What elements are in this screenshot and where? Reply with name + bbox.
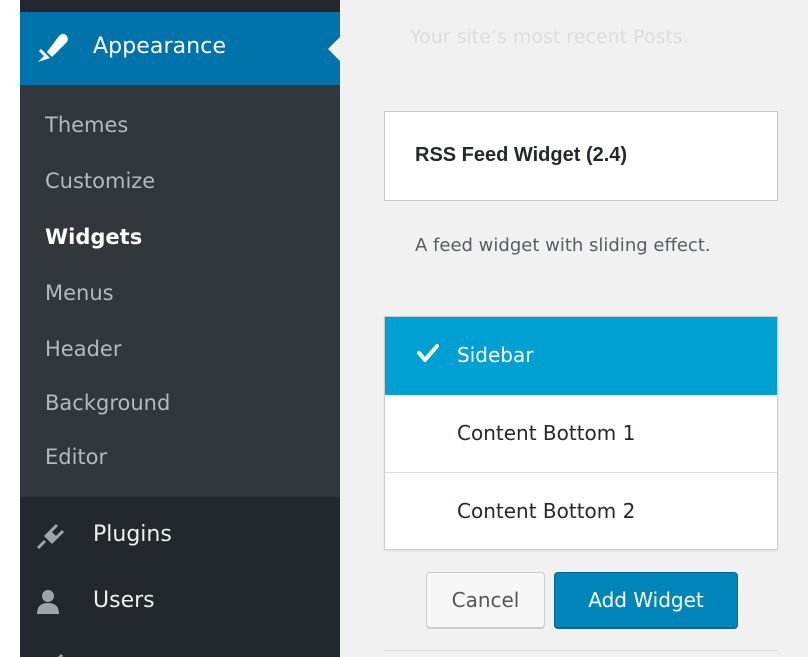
widget-description: A feed widget with sliding effect. <box>415 235 711 256</box>
menu-item-appearance[interactable]: Appearance <box>20 12 340 85</box>
submenu-item-header[interactable]: Header <box>45 337 121 361</box>
submenu-item-widgets[interactable]: Widgets <box>45 225 142 249</box>
area-option-sidebar[interactable]: Sidebar <box>385 317 777 395</box>
area-label: Content Bottom 2 <box>457 499 636 523</box>
area-label: Sidebar <box>457 343 534 367</box>
plug-icon <box>36 522 66 550</box>
admin-sidebar: Appearance Themes Customize Widgets Menu… <box>20 0 340 657</box>
area-option-content-bottom-2[interactable]: Content Bottom 2 <box>385 473 777 551</box>
appearance-submenu: Themes Customize Widgets Menus Header Ba… <box>20 85 340 497</box>
area-label: Content Bottom 1 <box>457 421 636 445</box>
widget-title-box[interactable]: RSS Feed Widget (2.4) <box>384 111 778 201</box>
widget-area-chooser: Sidebar Content Bottom 1 Content Bottom … <box>384 316 778 550</box>
area-option-content-bottom-1[interactable]: Content Bottom 1 <box>385 395 777 473</box>
tools-icon <box>52 648 66 657</box>
menu-label-plugins: Plugins <box>93 522 172 547</box>
menu-item-users[interactable]: Users <box>20 574 340 630</box>
checkmark-icon <box>417 343 439 363</box>
menu-label-users: Users <box>93 588 155 613</box>
submenu-item-editor[interactable]: Editor <box>45 445 107 469</box>
widget-title: RSS Feed Widget (2.4) <box>415 144 628 166</box>
user-icon <box>36 588 66 616</box>
submenu-item-background[interactable]: Background <box>45 391 170 415</box>
submenu-item-menus[interactable]: Menus <box>45 281 114 305</box>
paintbrush-icon <box>36 32 70 64</box>
sidebar-top-edge <box>20 0 340 12</box>
submenu-item-customize[interactable]: Customize <box>45 169 155 193</box>
widgets-main-area: Your site’s most recent Posts. RSS Feed … <box>340 0 808 657</box>
divider <box>384 650 778 651</box>
menu-item-plugins[interactable]: Plugins <box>20 508 340 564</box>
menu-label-appearance: Appearance <box>93 34 227 59</box>
add-widget-button[interactable]: Add Widget <box>554 572 738 628</box>
submenu-item-themes[interactable]: Themes <box>45 113 128 137</box>
widget-hint-text: Your site’s most recent Posts. <box>410 26 689 48</box>
cancel-button[interactable]: Cancel <box>426 572 545 628</box>
active-menu-pointer <box>328 37 340 61</box>
